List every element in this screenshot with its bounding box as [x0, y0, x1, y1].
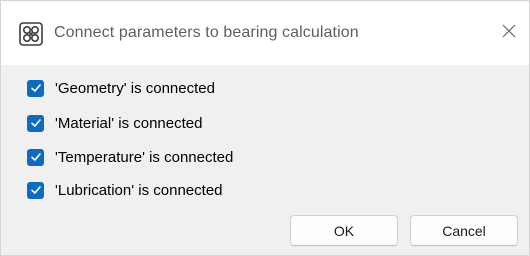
checkbox-material[interactable]: [27, 114, 44, 132]
checkmark-icon: [30, 186, 41, 194]
close-button[interactable]: [489, 15, 529, 51]
dialog-title: Connect parameters to bearing calculatio…: [54, 24, 359, 41]
checkbox-label: 'Material' is connected: [55, 114, 203, 132]
title-bar: Connect parameters to bearing calculatio…: [1, 1, 529, 65]
checkmark-icon: [30, 153, 41, 161]
checkbox-label: 'Lubrication' is connected: [55, 181, 223, 199]
bearing-app-icon: [19, 22, 43, 46]
checkbox-lubrication[interactable]: [27, 181, 44, 199]
cancel-button[interactable]: Cancel: [410, 215, 518, 246]
close-icon: [502, 24, 516, 43]
dialog-body: 'Geometry' is connected 'Material' is co…: [1, 65, 529, 255]
checkmark-icon: [30, 84, 41, 92]
geometry-connected-option[interactable]: 'Geometry' is connected: [27, 77, 215, 99]
checkbox-geometry[interactable]: [27, 79, 44, 97]
lubrication-connected-option[interactable]: 'Lubrication' is connected: [27, 179, 223, 201]
temperature-connected-option[interactable]: 'Temperature' is connected: [27, 146, 233, 168]
checkbox-label: 'Geometry' is connected: [55, 79, 215, 97]
checkbox-label: 'Temperature' is connected: [55, 148, 234, 166]
ok-button[interactable]: OK: [290, 215, 398, 246]
connect-parameters-dialog: Connect parameters to bearing calculatio…: [0, 0, 530, 256]
checkbox-temperature[interactable]: [27, 148, 44, 166]
material-connected-option[interactable]: 'Material' is connected: [27, 112, 202, 134]
checkmark-icon: [30, 119, 41, 127]
